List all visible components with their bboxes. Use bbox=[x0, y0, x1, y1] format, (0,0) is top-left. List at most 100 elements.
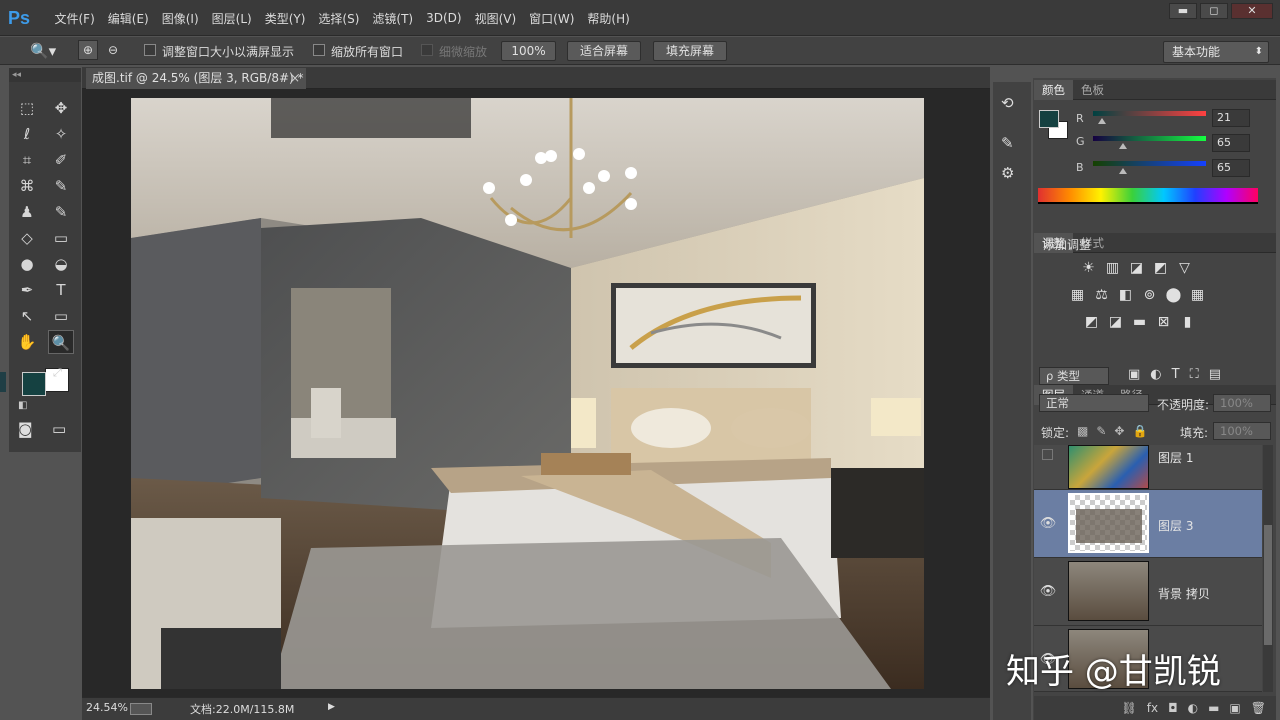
close-tab-icon[interactable]: × bbox=[290, 68, 300, 89]
menu-filter[interactable]: 滤镜(T) bbox=[366, 10, 420, 27]
pixel-filter-icon[interactable]: ▣ bbox=[1128, 367, 1140, 382]
adjustment-filter-icon[interactable]: ◐ bbox=[1150, 367, 1161, 382]
image-canvas[interactable] bbox=[131, 98, 924, 689]
green-value-input[interactable]: 65 bbox=[1212, 134, 1250, 152]
red-value-input[interactable]: 21 bbox=[1212, 109, 1250, 127]
new-adjustment-layer-icon[interactable]: ◐ bbox=[1188, 701, 1198, 715]
selective-color-icon[interactable]: ⊠ bbox=[1155, 315, 1172, 330]
swap-colors-icon[interactable]: ⤢ bbox=[53, 366, 62, 380]
hand-tool-icon[interactable]: ✋ bbox=[14, 330, 40, 354]
minimize-button[interactable]: ▬ bbox=[1169, 3, 1197, 19]
history-brush-tool-icon[interactable]: ✎ bbox=[48, 200, 74, 224]
eye-icon[interactable]: 👁 bbox=[1038, 514, 1058, 534]
path-selection-tool-icon[interactable]: ↖ bbox=[14, 304, 40, 328]
fit-screen-button[interactable]: 适合屏幕 bbox=[567, 41, 641, 61]
pen-tool-icon[interactable]: ✒ bbox=[14, 278, 40, 302]
clone-stamp-tool-icon[interactable]: ♟ bbox=[14, 200, 40, 224]
menu-view[interactable]: 视图(V) bbox=[468, 10, 523, 27]
blur-tool-icon[interactable]: ● bbox=[14, 252, 40, 276]
document-tab[interactable]: 成图.tif @ 24.5% (图层 3, RGB/8#) * × bbox=[86, 68, 306, 89]
shape-tool-icon[interactable]: ▭ bbox=[48, 304, 74, 328]
eraser-tool-icon[interactable]: ◇ bbox=[14, 226, 40, 250]
healing-brush-tool-icon[interactable]: ⌘ bbox=[14, 174, 40, 198]
color-balance-icon[interactable]: ⚖ bbox=[1093, 288, 1110, 303]
type-tool-icon[interactable]: T bbox=[48, 278, 74, 302]
tab-color[interactable]: 颜色 bbox=[1034, 80, 1073, 100]
brush-presets-icon[interactable]: ✎ bbox=[1001, 134, 1014, 152]
blue-value-input[interactable]: 65 bbox=[1212, 159, 1250, 177]
brush-tool-icon[interactable]: ✎ bbox=[48, 174, 74, 198]
blend-mode-select[interactable]: 正常 bbox=[1039, 394, 1149, 412]
zoom-100-button[interactable]: 100% bbox=[501, 41, 556, 61]
black-white-icon[interactable]: ◧ bbox=[1117, 288, 1134, 303]
lock-all-icon[interactable]: 🔒 bbox=[1132, 424, 1147, 438]
marquee-tool-icon[interactable]: ⬚ bbox=[14, 96, 40, 120]
blue-slider-handle[interactable] bbox=[1119, 168, 1127, 174]
status-menu-arrow-icon[interactable]: ▶ bbox=[328, 702, 335, 712]
opacity-input[interactable]: 100% bbox=[1213, 394, 1271, 412]
zoom-in-icon[interactable]: ⊕ bbox=[78, 40, 98, 60]
exposure-icon[interactable]: ◩ bbox=[1152, 261, 1169, 276]
gradient-map-icon[interactable]: ▮ bbox=[1179, 315, 1196, 330]
magic-wand-tool-icon[interactable]: ✧ bbox=[48, 122, 74, 146]
tool-presets-icon[interactable]: ⚙ bbox=[1001, 164, 1014, 182]
zoom-all-windows-checkbox[interactable] bbox=[313, 44, 325, 56]
brightness-contrast-icon[interactable]: ☀ bbox=[1080, 261, 1097, 276]
new-layer-icon[interactable]: ▣ bbox=[1229, 701, 1240, 715]
dodge-tool-icon[interactable]: ◒ bbox=[48, 252, 74, 276]
smart-object-filter-icon[interactable]: ▤ bbox=[1209, 367, 1221, 382]
shape-filter-icon[interactable]: ⛶ bbox=[1190, 367, 1199, 382]
green-slider-handle[interactable] bbox=[1119, 143, 1127, 149]
menu-3d[interactable]: 3D(D) bbox=[420, 11, 468, 25]
new-group-icon[interactable]: ▬ bbox=[1208, 701, 1219, 715]
menu-edit[interactable]: 编辑(E) bbox=[101, 10, 155, 27]
menu-help[interactable]: 帮助(H) bbox=[581, 10, 636, 27]
lasso-tool-icon[interactable]: ℓ bbox=[14, 122, 40, 146]
close-button[interactable]: ✕ bbox=[1231, 3, 1273, 19]
eye-icon[interactable]: 👁 bbox=[1038, 582, 1058, 602]
menu-type[interactable]: 类型(Y) bbox=[258, 10, 312, 27]
history-panel-icon[interactable]: ⟲ bbox=[1001, 94, 1014, 112]
hue-saturation-icon[interactable]: ▦ bbox=[1069, 288, 1086, 303]
menu-image[interactable]: 图像(I) bbox=[155, 10, 205, 27]
color-lookup-icon[interactable]: ▦ bbox=[1189, 288, 1206, 303]
lock-transparent-icon[interactable]: ▩ bbox=[1077, 424, 1088, 438]
type-filter-icon[interactable]: T bbox=[1172, 367, 1180, 382]
delete-layer-icon[interactable]: 🗑 bbox=[1251, 701, 1266, 715]
toolbar-collapse-icon[interactable]: ◂◂ bbox=[9, 68, 81, 82]
zoom-tool-preset-icon[interactable]: 🔍▾ bbox=[30, 40, 66, 62]
photo-filter-icon[interactable]: ⊚ bbox=[1141, 288, 1158, 303]
screen-mode-icon[interactable]: ▭ bbox=[52, 420, 66, 438]
fill-screen-button[interactable]: 填充屏幕 bbox=[653, 41, 727, 61]
layer-row[interactable]: 图层 1 bbox=[1034, 445, 1262, 490]
scrubby-zoom-checkbox[interactable] bbox=[421, 44, 433, 56]
layer-filter-kind-select[interactable]: ρ 类型 bbox=[1039, 367, 1109, 385]
restore-button[interactable]: ◻ bbox=[1200, 3, 1228, 19]
zoom-out-icon[interactable]: ⊖ bbox=[103, 40, 123, 60]
red-slider[interactable] bbox=[1093, 111, 1206, 116]
blue-slider[interactable] bbox=[1093, 161, 1206, 166]
fill-input[interactable]: 100% bbox=[1213, 422, 1271, 440]
invert-icon[interactable]: ◩ bbox=[1083, 315, 1100, 330]
channel-mixer-icon[interactable]: ⬤ bbox=[1165, 288, 1182, 303]
eyedropper-tool-icon[interactable]: ✐ bbox=[48, 148, 74, 172]
layer-visibility-off[interactable] bbox=[1042, 449, 1053, 460]
red-slider-handle[interactable] bbox=[1098, 118, 1106, 124]
workspace-select[interactable]: 基本功能 ⬍ bbox=[1163, 41, 1269, 63]
layer-style-icon[interactable]: fx bbox=[1147, 701, 1158, 715]
crop-tool-icon[interactable]: ⌗ bbox=[14, 148, 40, 172]
zoom-tool-icon[interactable]: 🔍 bbox=[48, 330, 74, 354]
add-mask-icon[interactable]: ◘ bbox=[1168, 701, 1178, 715]
move-tool-icon[interactable]: ✥ bbox=[48, 96, 74, 120]
levels-icon[interactable]: ▥ bbox=[1104, 261, 1121, 276]
menu-window[interactable]: 窗口(W) bbox=[523, 10, 581, 27]
layers-scrollbar[interactable] bbox=[1263, 445, 1273, 692]
layer-row[interactable]: 👁 背景 拷贝 bbox=[1034, 558, 1262, 626]
gradient-tool-icon[interactable]: ▭ bbox=[48, 226, 74, 250]
posterize-icon[interactable]: ◪ bbox=[1107, 315, 1124, 330]
vibrance-icon[interactable]: ▽ bbox=[1176, 261, 1193, 276]
menu-layer[interactable]: 图层(L) bbox=[205, 10, 258, 27]
menu-file[interactable]: 文件(F) bbox=[48, 10, 101, 27]
link-layers-icon[interactable]: ⛓ bbox=[1122, 701, 1137, 715]
layer-name[interactable]: 图层 3 bbox=[1158, 517, 1193, 534]
